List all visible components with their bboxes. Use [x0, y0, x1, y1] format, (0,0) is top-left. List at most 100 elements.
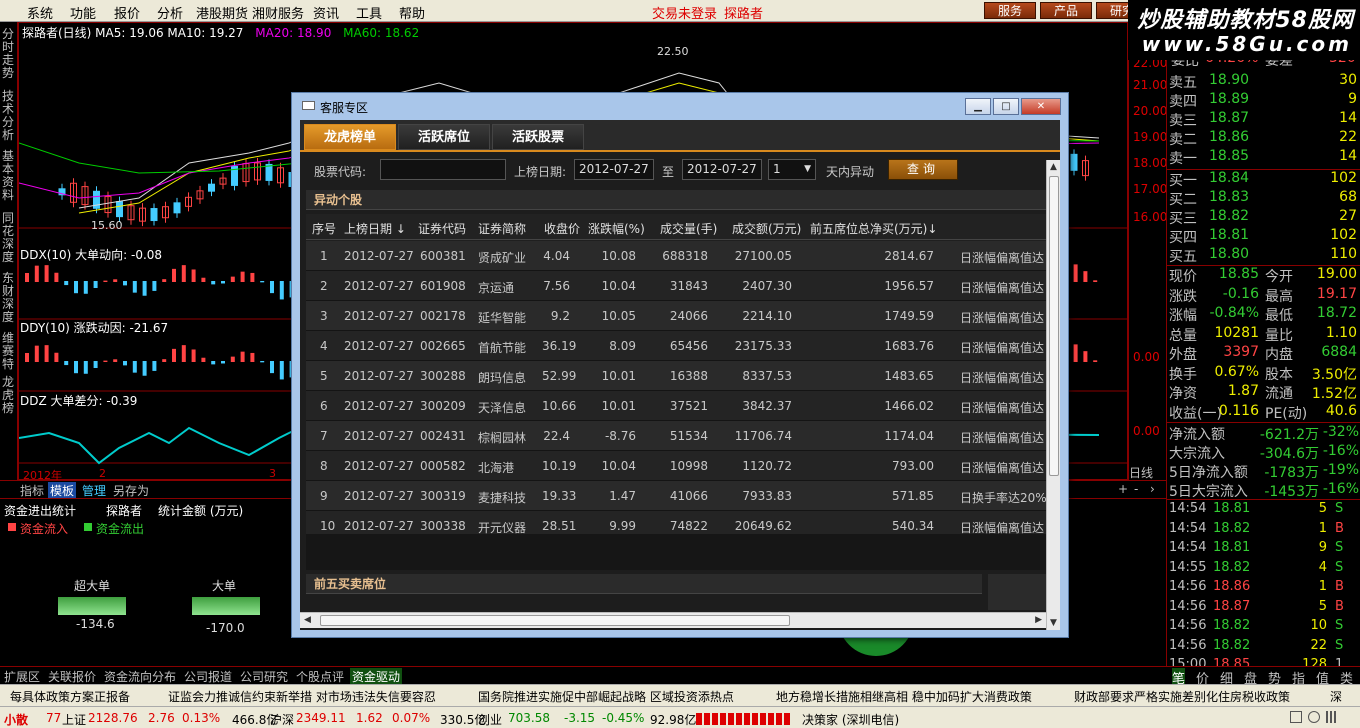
table-cell-r: 日涨幅偏离值达: [960, 431, 1045, 445]
tab-indicator[interactable]: 指标: [20, 482, 44, 499]
table-row[interactable]: 8 2012-07-27 000582 北海港 10.19 10.04 10998 1120.…: [306, 451, 1046, 481]
days-select[interactable]: 1 ▼: [768, 159, 816, 180]
ddx-bar: [201, 277, 206, 282]
tab-money-driven[interactable]: 资金驱动: [350, 668, 403, 685]
menu-help[interactable]: 帮助: [399, 3, 425, 22]
query-button[interactable]: 查询: [888, 159, 958, 180]
tab-manage[interactable]: 管理: [82, 482, 106, 499]
table-row[interactable]: 5 2012-07-27 300288 朗玛信息 52.99 10.01 16388 8337…: [306, 361, 1046, 391]
table-row[interactable]: 7 2012-07-27 002431 棕榈园林 22.4 -8.76 51534 11706…: [306, 421, 1046, 451]
service-button[interactable]: 服务: [984, 2, 1036, 19]
menu-quote[interactable]: 报价: [114, 3, 140, 22]
minimize-button[interactable]: ▁: [965, 98, 991, 115]
scroll-right-icon[interactable]: ▶: [1035, 615, 1042, 625]
clock-icon[interactable]: [1308, 711, 1320, 723]
menu-xiangcai-service[interactable]: 湘财服务: [252, 3, 304, 22]
vertical-scrollbar[interactable]: ▲ ▼: [1046, 160, 1060, 630]
menu-analysis[interactable]: 分析: [157, 3, 183, 22]
tab-technical[interactable]: 技术分析: [2, 90, 16, 142]
table-cell-vol: 65456: [669, 339, 708, 353]
tab-fundamentals[interactable]: 基本资料: [2, 150, 16, 202]
ddy-bar: [181, 345, 186, 362]
scroll-down-icon[interactable]: ▼: [1050, 618, 1057, 628]
col-header[interactable]: 前五席位总净买(万元)↓: [810, 220, 937, 237]
table-cell-amt: 27100.05: [734, 249, 792, 263]
table-row[interactable]: 9 2012-07-27 300319 麦捷科技 19.33 1.47 41066 7933.…: [306, 481, 1047, 511]
tab-dragon-tiger[interactable]: 龙虎榜: [2, 376, 16, 415]
news-item[interactable]: 财政部要求严格实施差别化住房税收政策: [1074, 688, 1290, 705]
scroll-left-icon[interactable]: ◀: [304, 615, 311, 625]
stock-code-input[interactable]: [380, 159, 506, 180]
close-button[interactable]: ✕: [1021, 98, 1061, 115]
tab-save-as[interactable]: 另存为: [113, 482, 149, 499]
tab-vst[interactable]: 维赛特: [2, 332, 16, 371]
dialog-titlebar[interactable]: 客服专区 ▁ □ ✕: [292, 93, 1068, 119]
vscroll-thumb[interactable]: [1049, 176, 1059, 476]
col-header[interactable]: 证券代码: [418, 220, 466, 237]
news-item[interactable]: 每具体政策方案正报备: [10, 688, 130, 705]
date-from-input[interactable]: 2012-07-27: [574, 159, 654, 180]
horizontal-scrollbar[interactable]: ◀ ▶: [300, 612, 1046, 628]
tab-company-research[interactable]: 公司研究: [240, 668, 288, 685]
menu-news[interactable]: 资讯: [313, 3, 339, 22]
scroll-up-icon[interactable]: ▲: [1050, 162, 1057, 172]
table-row[interactable]: 1 2012-07-27 600381 贤成矿业 4.04 10.08 688318 2710…: [306, 241, 1046, 271]
table-cell-net: 1174.04: [884, 429, 934, 443]
stat-value: 40.6: [1325, 402, 1357, 419]
tick-price: 18.87: [1213, 598, 1251, 614]
col-header[interactable]: 序号: [312, 220, 336, 237]
news-item[interactable]: 国务院推进实施促中部崛起战略 区域投资添热点: [478, 688, 734, 705]
scale-tick: 0.00: [1133, 350, 1160, 364]
tab-intraday[interactable]: 分时走势: [2, 28, 16, 80]
tab-dragon-tiger-list[interactable]: 龙虎榜单: [304, 124, 396, 150]
menu-tools[interactable]: 工具: [356, 3, 382, 22]
tab-money-dist[interactable]: 资金流向分布: [104, 668, 176, 685]
ma20-text: MA20: 18.90: [255, 26, 332, 40]
tab-dc-depth[interactable]: 东财深度: [2, 272, 16, 324]
col-header[interactable]: 成交量(手): [660, 220, 717, 237]
cat-value: -170.0: [206, 621, 245, 635]
menu-function[interactable]: 功能: [70, 3, 96, 22]
table-row[interactable]: 6 2012-07-27 300209 天泽信息 10.66 10.01 37521 3842…: [306, 391, 1046, 421]
tab-stock-review[interactable]: 个股点评: [296, 668, 344, 685]
tab-extension[interactable]: 扩展区: [4, 668, 40, 685]
tick-volume: 22: [1310, 637, 1327, 653]
tab-ths-depth[interactable]: 同花深度: [2, 212, 16, 264]
col-header[interactable]: 成交额(万元): [732, 220, 801, 237]
table-row[interactable]: 3 2012-07-27 002178 延华智能 9.2 10.05 24066 2214.1…: [306, 301, 1046, 331]
table-cell-pct: 10.05: [601, 309, 636, 323]
flow-label: 净流入额: [1169, 427, 1225, 443]
tab-template[interactable]: 模板: [48, 482, 77, 499]
tab-active-stocks[interactable]: 活跃股票: [492, 124, 584, 150]
zoom-out-icon[interactable]: -: [1134, 482, 1138, 496]
trade-login-status[interactable]: 交易未登录: [652, 3, 717, 22]
menu-hk-futures[interactable]: 港股期货: [196, 3, 248, 22]
news-item[interactable]: 地方稳增长措施相继高相 稳中加码扩大消费政策: [776, 688, 1032, 705]
legend-out-swatch: [84, 523, 92, 531]
tab-company-news[interactable]: 公司报道: [184, 668, 232, 685]
menu-system[interactable]: 系统: [27, 3, 53, 22]
hscroll-thumb[interactable]: [320, 615, 790, 626]
col-header[interactable]: 证券简称: [478, 220, 526, 237]
maximize-button[interactable]: □: [993, 98, 1019, 115]
col-header[interactable]: 涨跌幅(%): [588, 220, 645, 237]
tab-related-quote[interactable]: 关联报价: [48, 668, 96, 685]
news-item[interactable]: 证监会力推诚信约束新举措 对市场违法失信要容忍: [168, 688, 436, 705]
scroll-right-icon[interactable]: ›: [1150, 482, 1155, 496]
sh-pct: 0.13%: [182, 711, 221, 725]
tick-price: 18.82: [1213, 520, 1251, 536]
news-item[interactable]: 深: [1330, 688, 1342, 705]
period-label[interactable]: 日线: [1129, 464, 1153, 481]
product-button[interactable]: 产品: [1040, 2, 1092, 19]
tick-time: 14:56: [1169, 637, 1207, 653]
index-status-bar: 小散 77 上证 2128.76 2.76 0.13% 466.8亿 沪深 23…: [0, 706, 1360, 728]
col-header[interactable]: 上榜日期 ↓: [344, 220, 406, 237]
table-row[interactable]: 4 2012-07-27 002665 首航节能 36.19 8.09 65456 23175…: [306, 331, 1046, 361]
table-row[interactable]: 2 2012-07-27 601908 京运通 7.56 10.04 31843 2407.3…: [306, 271, 1046, 301]
col-header[interactable]: 收盘价: [544, 220, 580, 237]
zoom-in-icon[interactable]: +: [1118, 482, 1128, 496]
lock-icon[interactable]: [1290, 711, 1302, 723]
server-status[interactable]: 决策家 (深圳电信): [802, 711, 899, 728]
date-to-input[interactable]: 2012-07-27: [682, 159, 762, 180]
tab-active-seats[interactable]: 活跃席位: [398, 124, 490, 150]
